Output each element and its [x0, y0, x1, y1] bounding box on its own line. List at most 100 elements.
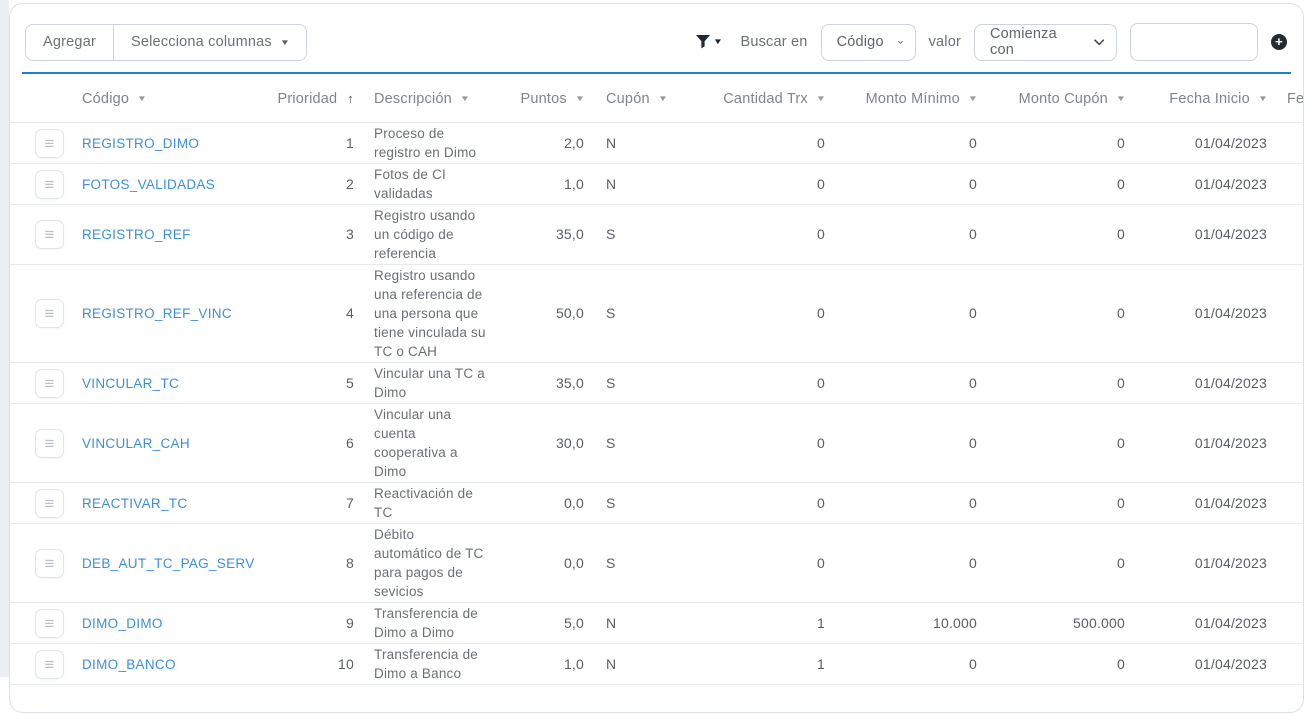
data-grid: Código▼Prioridad↑Descripción▼Puntos▼Cupó… [10, 74, 1303, 685]
cell-text: 0 [969, 305, 977, 321]
cell-puntos: 0,0 [502, 483, 594, 524]
cell-puntos: 1,0 [502, 644, 594, 685]
codigo-link[interactable]: DIMO_DIMO [82, 616, 163, 631]
column-header-fecha_inicio[interactable]: Fecha Inicio▼ [1135, 74, 1277, 123]
codigo-link[interactable]: DIMO_BANCO [82, 657, 176, 672]
cell-codigo: REGISTRO_REF_VINC [80, 265, 252, 363]
cell-text: 0 [1117, 375, 1125, 391]
cell-row-menu: ≡ [10, 265, 80, 363]
cell-text: 01/04/2023 [1195, 375, 1267, 391]
cell-monto_minimo: 0 [835, 524, 987, 603]
row-menu-button[interactable]: ≡ [35, 220, 64, 249]
row-menu-button[interactable]: ≡ [35, 609, 64, 638]
column-header-prioridad[interactable]: Prioridad↑ [252, 74, 364, 123]
row-menu-button[interactable]: ≡ [35, 299, 64, 328]
cell-monto_cupon: 0 [987, 483, 1135, 524]
table-row: ≡REACTIVAR_TC7Reactivación de TC0,0S0000… [10, 483, 1303, 524]
codigo-link[interactable]: REGISTRO_DIMO [82, 136, 199, 151]
cell-descripcion: Vincular una TC a Dimo [364, 363, 502, 404]
grid-toolbar: Agregar Selecciona columnas ▼ ▼ Buscar e… [10, 4, 1303, 72]
column-header-label: Monto Mínimo [866, 91, 960, 107]
cell-text: 0 [817, 135, 825, 151]
cell-monto_minimo: 0 [835, 205, 987, 265]
search-field-select[interactable]: Código [821, 24, 916, 61]
cell-text: S [606, 305, 616, 321]
cell-text: 01/04/2023 [1195, 435, 1267, 451]
cell-text: 0 [969, 176, 977, 192]
cell-monto_cupon: 0 [987, 265, 1135, 363]
search-operator-select[interactable]: Comienza con [974, 24, 1117, 61]
cell-text: S [606, 375, 616, 391]
cell-puntos: 0,0 [502, 524, 594, 603]
valor-label: valor [929, 34, 961, 50]
column-header-monto_cupon[interactable]: Monto Cupón▼ [987, 74, 1135, 123]
cell-text: 6 [346, 435, 354, 451]
codigo-link[interactable]: VINCULAR_CAH [82, 436, 190, 451]
agregar-button[interactable]: Agregar [25, 24, 113, 61]
cell-row-menu: ≡ [10, 205, 80, 265]
cell-descripcion: Registro usando un código de referencia [364, 205, 502, 265]
cell-codigo: REGISTRO_DIMO [80, 123, 252, 164]
column-header-cupon[interactable]: Cupón ▼ [594, 74, 690, 123]
column-header-cantidad_trx[interactable]: Cantidad Trx▼ [690, 74, 835, 123]
plus-circle-icon[interactable]: + [1271, 34, 1287, 50]
row-menu-button[interactable]: ≡ [35, 650, 64, 679]
table-row: ≡DEB_AUT_TC_PAG_SERV8Débito automático d… [10, 524, 1303, 603]
cell-text: 0 [817, 375, 825, 391]
codigo-link[interactable]: FOTOS_VALIDADAS [82, 177, 215, 192]
column-header-label: Cupón [606, 91, 650, 107]
cell-descripcion: Transferencia de Dimo a Banco [364, 644, 502, 685]
cell-text: 0 [817, 226, 825, 242]
table-row: ≡DIMO_DIMO9Transferencia de Dimo a Dimo5… [10, 603, 1303, 644]
row-menu-button[interactable]: ≡ [35, 369, 64, 398]
cell-puntos: 50,0 [502, 265, 594, 363]
cell-cupon: S [594, 363, 690, 404]
cell-text: 1 [817, 656, 825, 672]
cell-text: 01/04/2023 [1195, 226, 1267, 242]
cell-puntos: 2,0 [502, 123, 594, 164]
codigo-link[interactable]: DEB_AUT_TC_PAG_SERV [82, 556, 255, 571]
cell-cantidad_trx: 0 [690, 404, 835, 483]
cell-fecha_fin [1277, 123, 1303, 164]
cell-cupon: S [594, 524, 690, 603]
row-menu-button[interactable]: ≡ [35, 170, 64, 199]
row-menu-button[interactable]: ≡ [35, 129, 64, 158]
column-header-menu [10, 74, 80, 123]
sort-ascending-icon: ↑ [347, 91, 354, 106]
column-header-descripcion[interactable]: Descripción▼ [364, 74, 502, 123]
cell-text: 4 [346, 305, 354, 321]
cell-text: N [606, 135, 616, 151]
row-menu-button[interactable]: ≡ [35, 549, 64, 578]
filter-menu-button[interactable]: ▼ [695, 34, 722, 50]
cell-text: 2 [346, 176, 354, 192]
column-sort-caret-icon: ▼ [658, 94, 669, 103]
column-header-puntos[interactable]: Puntos▼ [502, 74, 594, 123]
cell-text: N [606, 176, 616, 192]
codigo-link[interactable]: REGISTRO_REF_VINC [82, 306, 232, 321]
cell-fecha_fin [1277, 644, 1303, 685]
cell-descripcion: Fotos de CI validadas [364, 164, 502, 205]
cell-prioridad: 6 [252, 404, 364, 483]
row-menu-button[interactable]: ≡ [35, 429, 64, 458]
codigo-link[interactable]: REGISTRO_REF [82, 227, 191, 242]
row-menu-button[interactable]: ≡ [35, 489, 64, 518]
cell-text: 9 [346, 615, 354, 631]
cell-row-menu: ≡ [10, 123, 80, 164]
cell-cupon: N [594, 603, 690, 644]
table-row: ≡VINCULAR_CAH6Vincular una cuenta cooper… [10, 404, 1303, 483]
cell-monto_cupon: 0 [987, 644, 1135, 685]
cell-cantidad_trx: 0 [690, 483, 835, 524]
column-header-fecha_fin[interactable]: Fecha Fin▼ [1277, 74, 1303, 123]
cell-prioridad: 8 [252, 524, 364, 603]
cell-fecha_inicio: 01/04/2023 [1135, 603, 1277, 644]
cell-fecha_fin [1277, 603, 1303, 644]
cell-text: 8 [346, 555, 354, 571]
selecciona-columnas-button[interactable]: Selecciona columnas ▼ [113, 24, 307, 61]
codigo-link[interactable]: REACTIVAR_TC [82, 496, 187, 511]
cell-text: Transferencia de Dimo a Banco [374, 645, 486, 683]
column-header-monto_minimo[interactable]: Monto Mínimo▼ [835, 74, 987, 123]
search-value-input[interactable] [1130, 23, 1258, 61]
cell-cantidad_trx: 0 [690, 363, 835, 404]
codigo-link[interactable]: VINCULAR_TC [82, 376, 179, 391]
column-header-codigo[interactable]: Código▼ [80, 74, 252, 123]
